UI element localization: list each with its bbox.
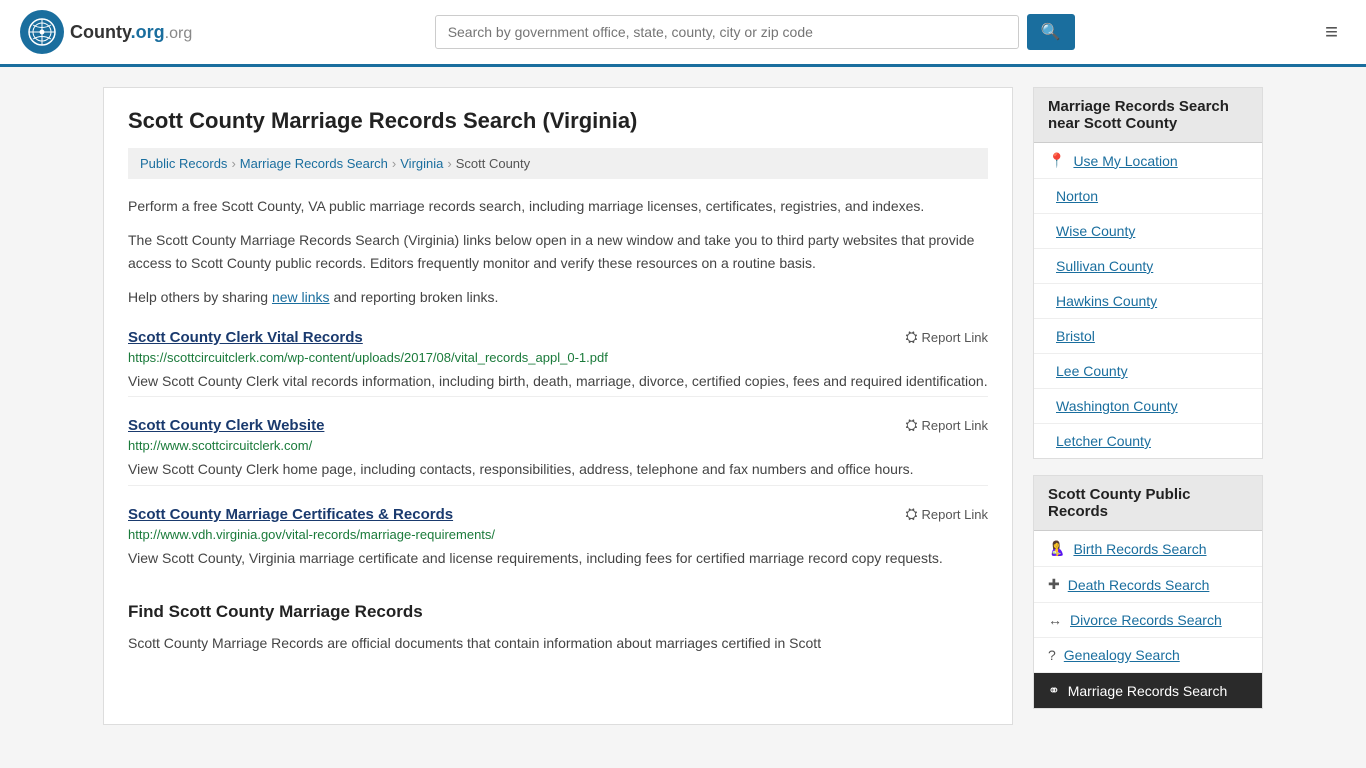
sidebar: Marriage Records Search near Scott Count… — [1033, 87, 1263, 725]
nearby-label-5: Bristol — [1056, 328, 1095, 344]
nearby-item-2[interactable]: Wise County — [1034, 214, 1262, 249]
breadcrumb-scott-county: Scott County — [456, 156, 530, 171]
record-title-0[interactable]: Scott County Clerk Vital Records — [128, 329, 363, 346]
nearby-section: Marriage Records Search near Scott Count… — [1033, 87, 1263, 459]
nearby-item-0[interactable]: 📍 Use My Location — [1034, 143, 1262, 179]
logo-text: County.org.org — [70, 22, 192, 43]
search-icon: 🔍 — [1041, 24, 1061, 41]
public-record-icon-3: ? — [1048, 647, 1056, 663]
public-record-label-2: Divorce Records Search — [1070, 612, 1222, 628]
breadcrumb-virginia[interactable]: Virginia — [400, 156, 443, 171]
nearby-label-7: Washington County — [1056, 398, 1178, 414]
public-records-list: 🤱 Birth Records Search ✚ Death Records S… — [1034, 531, 1262, 708]
record-url-0[interactable]: https://scottcircuitclerk.com/wp-content… — [128, 350, 988, 365]
location-icon: 📍 — [1048, 152, 1065, 169]
header: County.org.org 🔍 ≡ — [0, 0, 1366, 67]
public-record-label-1: Death Records Search — [1068, 577, 1210, 593]
public-record-label-0: Birth Records Search — [1073, 541, 1206, 557]
record-url-2[interactable]: http://www.vdh.virginia.gov/vital-record… — [128, 527, 988, 542]
logo-icon — [20, 10, 64, 54]
nearby-item-1[interactable]: Norton — [1034, 179, 1262, 214]
nearby-item-3[interactable]: Sullivan County — [1034, 249, 1262, 284]
report-icon-1: ⛭ — [906, 417, 918, 434]
record-title-row: Scott County Clerk Vital Records ⛭ Repor… — [128, 329, 988, 346]
report-link-2[interactable]: ⛭ Report Link — [906, 506, 989, 523]
find-section-text: Scott County Marriage Records are offici… — [128, 632, 988, 654]
breadcrumb-sep-1: › — [231, 156, 235, 171]
nearby-item-6[interactable]: Lee County — [1034, 354, 1262, 389]
public-record-icon-0: 🤱 — [1048, 540, 1065, 557]
nearby-item-5[interactable]: Bristol — [1034, 319, 1262, 354]
record-title-row: Scott County Clerk Website ⛭ Report Link — [128, 417, 988, 434]
nearby-item-8[interactable]: Letcher County — [1034, 424, 1262, 458]
description-para2: The Scott County Marriage Records Search… — [128, 229, 988, 274]
description-para3: Help others by sharing new links and rep… — [128, 286, 988, 308]
page-title: Scott County Marriage Records Search (Vi… — [128, 108, 988, 134]
nearby-label-2: Wise County — [1056, 223, 1135, 239]
content-area: Scott County Marriage Records Search (Vi… — [103, 87, 1013, 725]
record-list: Scott County Clerk Vital Records ⛭ Repor… — [128, 329, 988, 574]
report-icon-0: ⛭ — [906, 329, 918, 346]
nearby-label-0: Use My Location — [1073, 153, 1177, 169]
breadcrumb: Public Records › Marriage Records Search… — [128, 148, 988, 179]
record-title-1[interactable]: Scott County Clerk Website — [128, 417, 324, 434]
description-para3-suffix: and reporting broken links. — [330, 289, 499, 305]
report-link-1[interactable]: ⛭ Report Link — [906, 417, 989, 434]
record-desc-2: View Scott County, Virginia marriage cer… — [128, 548, 988, 570]
new-links-link[interactable]: new links — [272, 289, 330, 305]
public-record-label-3: Genealogy Search — [1064, 647, 1180, 663]
nearby-item-4[interactable]: Hawkins County — [1034, 284, 1262, 319]
breadcrumb-public-records[interactable]: Public Records — [140, 156, 227, 171]
report-icon-2: ⛭ — [906, 506, 918, 523]
nearby-item-7[interactable]: Washington County — [1034, 389, 1262, 424]
public-record-label-4: Marriage Records Search — [1068, 683, 1228, 699]
record-entry: Scott County Marriage Certificates & Rec… — [128, 506, 988, 574]
record-url-1[interactable]: http://www.scottcircuitclerk.com/ — [128, 438, 988, 453]
search-button[interactable]: 🔍 — [1027, 14, 1075, 50]
record-title-row: Scott County Marriage Certificates & Rec… — [128, 506, 988, 523]
public-records-title: Scott County Public Records — [1034, 476, 1262, 531]
public-record-item-2[interactable]: ↔ Divorce Records Search — [1034, 603, 1262, 638]
public-record-icon-1: ✚ — [1048, 576, 1060, 593]
find-section: Find Scott County Marriage Records Scott… — [128, 602, 988, 654]
record-entry: Scott County Clerk Vital Records ⛭ Repor… — [128, 329, 988, 398]
nearby-label-4: Hawkins County — [1056, 293, 1157, 309]
public-record-item-4[interactable]: ⚭ Marriage Records Search — [1034, 673, 1262, 708]
public-record-icon-4: ⚭ — [1048, 682, 1060, 699]
nearby-label-6: Lee County — [1056, 363, 1128, 379]
menu-icon: ≡ — [1325, 19, 1338, 44]
public-record-item-0[interactable]: 🤱 Birth Records Search — [1034, 531, 1262, 567]
search-area: 🔍 — [435, 14, 1075, 50]
nearby-list: 📍 Use My Location Norton Wise County Sulliva… — [1034, 143, 1262, 458]
public-records-section: Scott County Public Records 🤱 Birth Reco… — [1033, 475, 1263, 709]
record-desc-0: View Scott County Clerk vital records in… — [128, 371, 988, 393]
main-container: Scott County Marriage Records Search (Vi… — [83, 67, 1283, 745]
nearby-section-title: Marriage Records Search near Scott Count… — [1034, 88, 1262, 143]
find-section-title: Find Scott County Marriage Records — [128, 602, 988, 622]
record-desc-1: View Scott County Clerk home page, inclu… — [128, 459, 988, 481]
menu-button[interactable]: ≡ — [1317, 15, 1346, 49]
breadcrumb-marriage-records[interactable]: Marriage Records Search — [240, 156, 388, 171]
nearby-label-1: Norton — [1056, 188, 1098, 204]
public-record-icon-2: ↔ — [1048, 612, 1062, 628]
record-title-2[interactable]: Scott County Marriage Certificates & Rec… — [128, 506, 453, 523]
logo-area[interactable]: County.org.org — [20, 10, 192, 54]
record-entry: Scott County Clerk Website ⛭ Report Link… — [128, 417, 988, 486]
report-link-0[interactable]: ⛭ Report Link — [906, 329, 989, 346]
description-para3-prefix: Help others by sharing — [128, 289, 272, 305]
breadcrumb-sep-3: › — [447, 156, 451, 171]
public-record-item-3[interactable]: ? Genealogy Search — [1034, 638, 1262, 673]
nearby-label-3: Sullivan County — [1056, 258, 1153, 274]
description-para1: Perform a free Scott County, VA public m… — [128, 195, 988, 217]
breadcrumb-sep-2: › — [392, 156, 396, 171]
public-record-item-1[interactable]: ✚ Death Records Search — [1034, 567, 1262, 603]
nearby-label-8: Letcher County — [1056, 433, 1151, 449]
search-input[interactable] — [435, 15, 1019, 49]
